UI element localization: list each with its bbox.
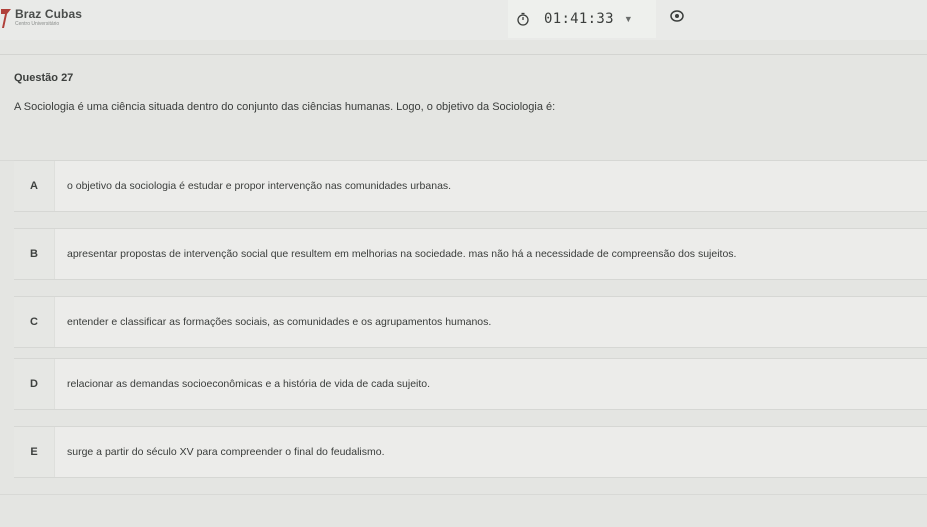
option-letter: D — [30, 378, 38, 390]
option-text: o objetivo da sociologia é estudar e pro… — [67, 180, 452, 192]
option-letter: A — [30, 180, 38, 192]
timer-value: 01:41:33 — [544, 11, 614, 27]
stopwatch-icon — [517, 12, 529, 26]
brand-name: Braz Cubas — [15, 7, 83, 21]
top-bar: Braz Cubas Centro Universitário 01:41:33… — [0, 0, 927, 40]
option-letter: C — [30, 316, 38, 328]
question-number: Questão 27 — [14, 72, 74, 84]
chevron-down-icon[interactable]: ▼ — [624, 14, 633, 24]
brand-mark-icon — [0, 8, 12, 30]
option-a[interactable]: A o objetivo da sociologia é estudar e p… — [14, 160, 927, 212]
option-text: surge a partir do século XV para compree… — [67, 446, 385, 458]
option-text: entender e classificar as formações soci… — [67, 316, 492, 328]
option-d[interactable]: D relacionar as demandas socioeconômicas… — [14, 358, 927, 410]
option-text: relacionar as demandas socioeconômicas e… — [67, 378, 431, 390]
option-text: apresentar propostas de intervenção soci… — [67, 248, 737, 260]
option-letter: B — [30, 248, 38, 260]
option-e[interactable]: E surge a partir do século XV para compr… — [14, 426, 927, 478]
option-letter: E — [30, 446, 38, 458]
option-b[interactable]: B apresentar propostas de intervenção so… — [14, 228, 927, 280]
brand-logo: Braz Cubas Centro Universitário — [0, 8, 82, 38]
divider — [0, 494, 927, 495]
question-prompt: A Sociologia é uma ciência situada dentr… — [14, 101, 556, 113]
header-divider — [0, 54, 927, 55]
option-c[interactable]: C entender e classificar as formações so… — [14, 296, 927, 348]
exam-timer[interactable]: 01:41:33 ▼ — [508, 0, 656, 38]
eye-icon[interactable] — [670, 9, 684, 23]
brand-subtitle: Centro Universitário — [15, 21, 60, 27]
